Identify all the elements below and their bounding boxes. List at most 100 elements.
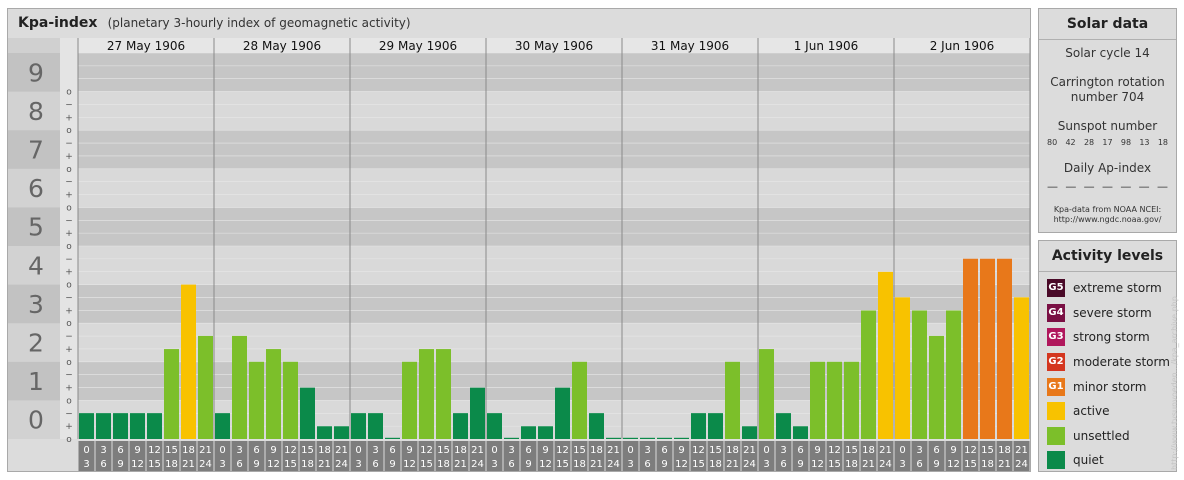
kp-bar <box>283 361 298 439</box>
sunspot-value: 98 <box>1120 138 1132 147</box>
minor-tick-label: − <box>65 178 73 188</box>
minor-tick-label: + <box>65 191 73 201</box>
interval-start-label: 15 <box>437 445 450 456</box>
kp-bar <box>623 437 638 439</box>
legend-swatch: G5 <box>1047 279 1065 298</box>
interval-start-label: 9 <box>814 445 820 456</box>
interval-end-label: 3 <box>899 459 905 470</box>
kp-bar <box>504 437 519 439</box>
legend-item: G3 strong storm <box>1047 325 1176 350</box>
interval-end-label: 9 <box>933 459 939 470</box>
kp-bar <box>1014 297 1029 439</box>
kp-bar <box>895 297 910 439</box>
data-source-link[interactable]: http://www.ngdc.noaa.gov/ <box>1039 215 1176 225</box>
kp-band <box>78 91 1030 131</box>
sunspot-number-title: Sunspot number <box>1057 119 1158 133</box>
chart-header: Kpa-index (planetary 3-hourly index of g… <box>8 9 1030 37</box>
minor-tick-label: + <box>65 345 73 355</box>
kp-bar <box>708 413 723 439</box>
interval-start-label: 12 <box>828 445 841 456</box>
activity-levels-legend: G5 extreme storm G4 severe storm G3 strong st… <box>1039 272 1176 473</box>
kp-band <box>78 53 1030 92</box>
minor-tick-label: + <box>65 268 73 278</box>
interval-start-label: 0 <box>219 445 225 456</box>
interval-start-label: 18 <box>726 445 739 456</box>
interval-start-label: 21 <box>335 445 348 456</box>
interval-end-label: 12 <box>811 459 824 470</box>
minor-tick-label: + <box>65 306 73 316</box>
interval-end-label: 6 <box>644 459 650 470</box>
interval-start-label: 21 <box>879 445 892 456</box>
legend-label: moderate storm <box>1073 355 1170 370</box>
sunspot-value: 80 <box>1047 138 1058 147</box>
kp-bar <box>657 437 672 439</box>
interval-end-label: 18 <box>301 459 314 470</box>
chart-title: Kpa-index <box>18 15 98 31</box>
interval-end-label: 15 <box>964 459 977 470</box>
y-tick-label: 0 <box>28 406 44 435</box>
kp-bar <box>946 310 961 439</box>
interval-start-label: 12 <box>556 445 569 456</box>
interval-end-label: 21 <box>454 459 467 470</box>
interval-start-label: 12 <box>148 445 161 456</box>
kp-bar <box>300 387 315 439</box>
interval-end-label: 12 <box>539 459 552 470</box>
interval-end-label: 6 <box>100 459 106 470</box>
interval-end-label: 18 <box>845 459 858 470</box>
interval-start-label: 3 <box>780 445 786 456</box>
interval-end-label: 6 <box>780 459 786 470</box>
interval-end-label: 21 <box>318 459 331 470</box>
sunspot-value: 28 <box>1083 138 1095 147</box>
kp-bar <box>538 426 553 439</box>
kpa-chart-panel: 27 May 1906 28 May 1906 29 May 1906 30 May … <box>7 8 1031 472</box>
sunspot-value: 42 <box>1065 138 1076 147</box>
kp-bar <box>215 413 230 439</box>
interval-start-label: 15 <box>845 445 858 456</box>
legend-label: quiet <box>1073 453 1104 468</box>
interval-end-label: 3 <box>83 459 89 470</box>
ap-value: — <box>1138 180 1150 193</box>
kp-bar <box>742 426 757 439</box>
interval-start-label: 3 <box>236 445 242 456</box>
legend-swatch <box>1047 402 1065 421</box>
interval-start-label: 18 <box>318 445 331 456</box>
minor-tick-label: − <box>65 139 73 149</box>
legend-item: G2 moderate storm <box>1047 350 1176 375</box>
legend-swatch <box>1047 451 1065 470</box>
interval-start-label: 9 <box>406 445 412 456</box>
interval-start-label: 21 <box>607 445 620 456</box>
sunspot-values: 80 42 28 17 98 13 18 <box>1039 138 1176 147</box>
interval-start-label: 0 <box>83 445 89 456</box>
interval-end-label: 18 <box>437 459 450 470</box>
chart-subtitle: (planetary 3-hourly index of geomagnetic… <box>107 16 411 30</box>
interval-end-label: 9 <box>525 459 531 470</box>
interval-start-label: 3 <box>372 445 378 456</box>
kp-bar <box>878 271 893 439</box>
day-label: 28 May 1906 <box>243 39 321 53</box>
kp-bar <box>181 284 196 439</box>
kp-bar <box>521 426 536 439</box>
kp-bar <box>453 413 468 439</box>
interval-end-label: 6 <box>916 459 922 470</box>
y-tick-label: 6 <box>28 174 44 203</box>
legend-item: quiet <box>1047 448 1176 473</box>
interval-end-label: 3 <box>763 459 769 470</box>
interval-end-label: 21 <box>726 459 739 470</box>
interval-start-label: 18 <box>454 445 467 456</box>
interval-end-label: 21 <box>862 459 875 470</box>
interval-end-label: 12 <box>403 459 416 470</box>
kp-bar <box>470 387 485 439</box>
legend-item: active <box>1047 399 1176 424</box>
kp-bar <box>759 349 774 439</box>
kp-bar <box>334 426 349 439</box>
interval-end-label: 24 <box>879 459 892 470</box>
kpa-chart: 27 May 1906 28 May 1906 29 May 1906 30 May … <box>8 9 1030 471</box>
kp-bar <box>674 437 689 439</box>
ap-value: — <box>1065 180 1077 193</box>
interval-end-label: 6 <box>372 459 378 470</box>
minor-tick-label: − <box>65 216 73 226</box>
kp-bar <box>113 413 128 439</box>
interval-end-label: 3 <box>627 459 633 470</box>
minor-tick-label: − <box>65 371 73 381</box>
interval-start-label: 9 <box>542 445 548 456</box>
